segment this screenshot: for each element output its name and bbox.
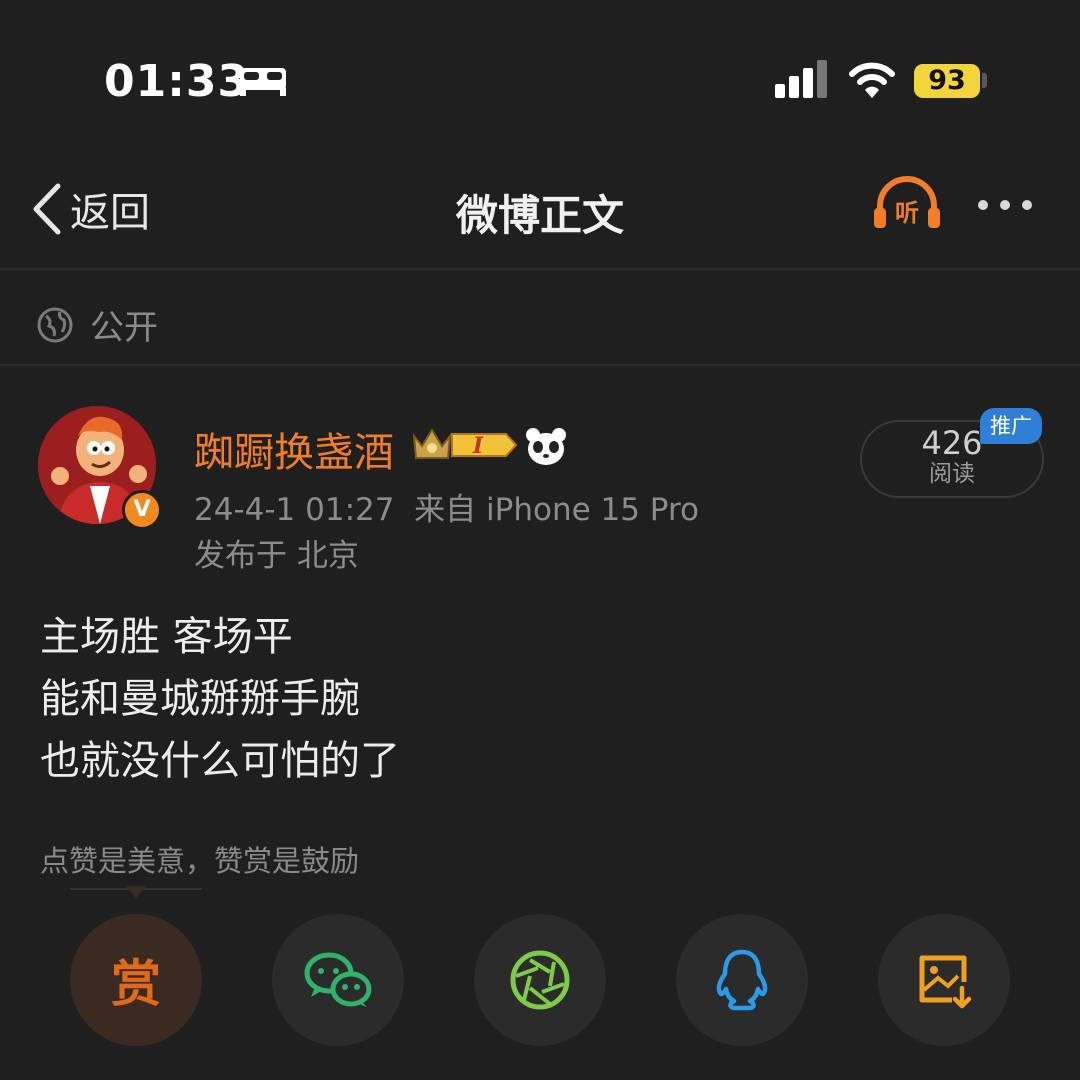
save-image-icon <box>919 955 972 1009</box>
read-label: 阅读 <box>929 461 975 487</box>
moments-share-button[interactable] <box>474 914 606 1046</box>
listen-label: 听 <box>895 199 919 227</box>
more-options-icon[interactable] <box>978 200 1032 210</box>
verified-badge: V <box>122 490 162 530</box>
post-line: 能和曼城掰掰手腕 <box>40 676 360 722</box>
promote-badge[interactable]: 推广 <box>980 408 1042 444</box>
save-image-button[interactable] <box>878 914 1010 1046</box>
visibility-label: 公开 <box>90 308 158 348</box>
headphones-icon[interactable]: 听 <box>872 176 942 236</box>
wechat-icon <box>304 952 372 1007</box>
sleep-mode-icon <box>238 64 288 102</box>
member-badge-label: I <box>472 433 484 459</box>
reward-label: 赏 <box>111 955 161 1013</box>
post-text: 主场胜 客场平 能和曼城掰掰手腕 也就没什么可怕的了 <box>40 606 400 792</box>
wechat-share-button[interactable] <box>272 914 404 1046</box>
cellular-signal-icon <box>775 60 831 104</box>
post-location: 发布于 北京 <box>194 538 359 574</box>
reward-button[interactable]: 赏 <box>70 914 202 1046</box>
battery-level: 93 <box>914 64 980 98</box>
section-divider <box>0 364 1080 366</box>
nav-divider <box>0 268 1080 270</box>
panda-icon <box>524 426 568 470</box>
status-time: 01:33 <box>104 56 250 107</box>
qq-penguin-icon <box>716 949 768 1011</box>
reward-tip: 点赞是美意，赞赏是鼓励 <box>40 844 360 878</box>
globe-icon <box>37 307 73 342</box>
post-line: 主场胜 客场平 <box>40 614 293 660</box>
tip-caret <box>126 886 146 898</box>
battery-tip <box>982 73 987 88</box>
post-meta: 24-4-1 01:27 来自 iPhone 15 Pro <box>194 492 699 528</box>
aperture-icon <box>510 950 570 1010</box>
wifi-icon <box>848 60 896 104</box>
author-name[interactable]: 踟蹰换盏酒 <box>194 420 394 478</box>
crown-member-icon[interactable]: I <box>412 424 520 470</box>
visibility-row: 公开 <box>36 300 158 349</box>
qq-share-button[interactable] <box>676 914 808 1046</box>
post-line: 也就没什么可怕的了 <box>40 738 400 784</box>
